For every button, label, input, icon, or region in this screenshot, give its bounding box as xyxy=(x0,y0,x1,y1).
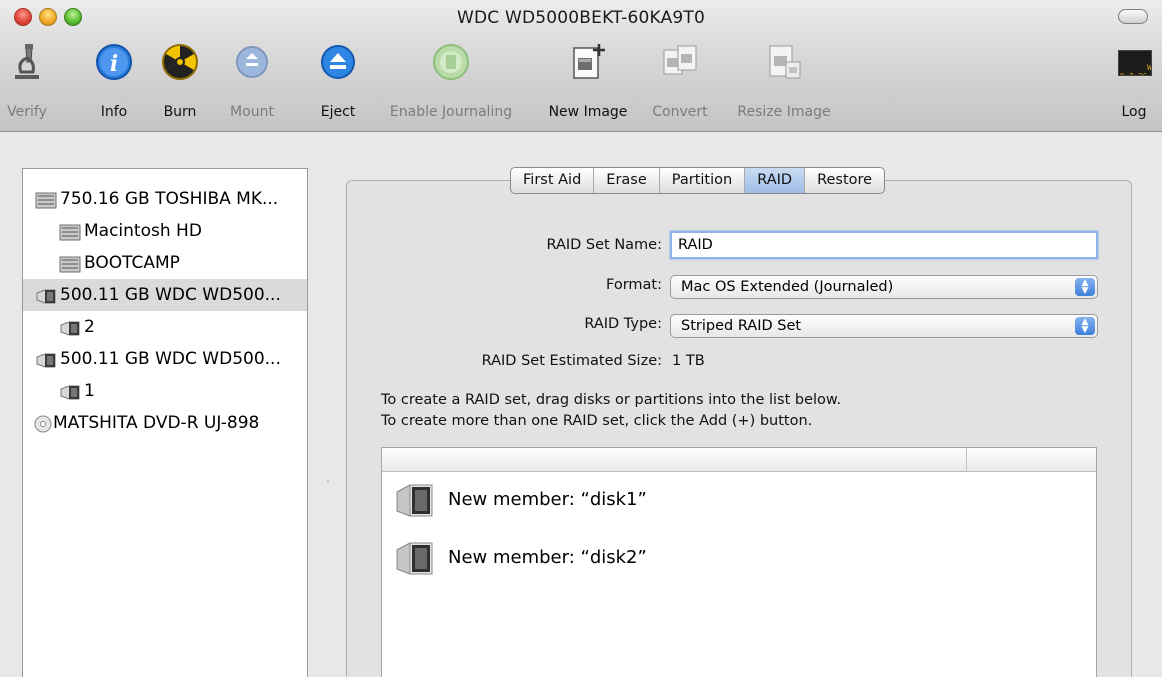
disk-list-sidebar[interactable]: 750.16 GB TOSHIBA MK... Macintosh HD BOO… xyxy=(22,168,308,677)
raid-instructions-line-1: To create a RAID set, drag disks or part… xyxy=(381,392,842,408)
resize-image-icon xyxy=(769,45,801,79)
eject-label: Eject xyxy=(320,104,356,120)
resize-image-button[interactable]: Resize Image xyxy=(724,38,844,128)
list-header xyxy=(382,448,1096,472)
toolbar-toggle-button[interactable] xyxy=(1118,9,1148,24)
sidebar-item-wdc-disk-2[interactable]: 500.11 GB WDC WD500... xyxy=(23,343,307,375)
optical-drive-icon xyxy=(34,415,52,433)
convert-button[interactable]: Convert xyxy=(644,38,716,128)
microscope-icon xyxy=(15,44,39,79)
format-popup[interactable]: Mac OS Extended (Journaled) ▲ ▼ xyxy=(670,275,1098,299)
format-label: Format: xyxy=(606,277,662,293)
window-toolbar: WDC WD5000BEKT-60KA9T0 Verify i Info Bur xyxy=(0,0,1162,132)
raid-instructions-line-2: To create more than one RAID set, click … xyxy=(381,413,813,429)
sidebar-item-toshiba-disk[interactable]: 750.16 GB TOSHIBA MK... xyxy=(23,183,307,215)
eject-button[interactable]: Eject xyxy=(314,38,362,128)
external-disk-icon xyxy=(396,542,433,575)
raid-set-name-input[interactable]: RAID xyxy=(670,231,1098,259)
popup-arrows-icon: ▲ ▼ xyxy=(1075,317,1095,335)
sidebar-item-label: 750.16 GB TOSHIBA MK... xyxy=(60,189,279,209)
tab-bar: First Aid Erase Partition RAID Restore xyxy=(510,167,886,194)
svg-text:i: i xyxy=(110,51,118,77)
convert-icon xyxy=(663,45,697,75)
raid-set-name-label: RAID Set Name: xyxy=(546,237,662,253)
raid-type-value: Striped RAID Set xyxy=(681,318,802,334)
raid-size-label: RAID Set Estimated Size: xyxy=(481,353,662,369)
mount-label: Mount xyxy=(230,104,274,120)
external-disk-icon xyxy=(396,484,433,517)
journaling-icon xyxy=(433,44,469,80)
sidebar-item-volume-1[interactable]: 1 xyxy=(23,375,307,407)
tab-erase[interactable]: Erase xyxy=(594,168,660,193)
internal-disk-icon xyxy=(35,192,57,209)
mount-button[interactable]: Mount xyxy=(220,38,284,128)
mount-icon xyxy=(236,46,268,78)
log-label: Log xyxy=(1121,104,1147,120)
info-icon: i xyxy=(96,44,132,80)
burn-icon xyxy=(162,44,198,80)
external-disk-icon xyxy=(36,289,56,304)
new-image-button[interactable]: New Image xyxy=(540,38,636,128)
column-divider[interactable] xyxy=(966,448,967,472)
convert-label: Convert xyxy=(652,104,708,120)
member-label: New member: “disk2” xyxy=(448,547,647,568)
enable-journaling-button[interactable]: Enable Journaling xyxy=(372,38,530,128)
sidebar-item-macintosh-hd[interactable]: Macintosh HD xyxy=(23,215,307,247)
volume-icon xyxy=(59,256,81,273)
eject-icon xyxy=(321,45,355,79)
format-value: Mac OS Extended (Journaled) xyxy=(681,279,894,295)
log-icon: WARNIN 9:7:36 I xyxy=(1118,50,1152,76)
resize-image-label: Resize Image xyxy=(737,104,831,120)
log-icon-text: WARNIN 9:7:36 I xyxy=(1120,63,1152,75)
enable-journaling-label: Enable Journaling xyxy=(389,104,513,120)
window-title: WDC WD5000BEKT-60KA9T0 xyxy=(456,8,706,28)
sidebar-item-label: 500.11 GB WDC WD500... xyxy=(60,349,281,369)
tab-restore[interactable]: Restore xyxy=(805,168,884,193)
sidebar-item-label: Macintosh HD xyxy=(84,221,202,241)
split-view-handle[interactable]: ˙ xyxy=(325,479,331,493)
member-label: New member: “disk1” xyxy=(448,489,647,510)
raid-type-popup[interactable]: Striped RAID Set ▲ ▼ xyxy=(670,314,1098,338)
external-disk-icon xyxy=(36,353,56,368)
verify-label: Verify xyxy=(7,104,47,120)
tab-first-aid[interactable]: First Aid xyxy=(511,168,595,193)
log-button[interactable]: WARNIN 9:7:36 I Log xyxy=(1112,38,1156,128)
sidebar-item-dvd-drive[interactable]: MATSHITA DVD-R UJ-898 xyxy=(23,407,307,439)
tab-partition[interactable]: Partition xyxy=(660,168,746,193)
sidebar-item-volume-2[interactable]: 2 xyxy=(23,311,307,343)
sidebar-item-label: BOOTCAMP xyxy=(84,253,180,273)
sidebar-item-label: 1 xyxy=(84,381,95,401)
sidebar-item-wdc-disk-1[interactable]: 500.11 GB WDC WD500... xyxy=(23,279,307,311)
external-volume-icon xyxy=(60,321,80,336)
sidebar-item-label: MATSHITA DVD-R UJ-898 xyxy=(53,413,260,433)
info-label: Info xyxy=(100,104,128,120)
tab-raid[interactable]: RAID xyxy=(745,168,806,193)
sidebar-item-label: 2 xyxy=(84,317,95,337)
volume-icon xyxy=(59,224,81,241)
burn-label: Burn xyxy=(163,104,197,120)
raid-type-label: RAID Type: xyxy=(584,316,662,332)
raid-member-list[interactable]: New member: “disk1” New member: “disk2” xyxy=(381,447,1097,677)
popup-arrows-icon: ▲ ▼ xyxy=(1075,278,1095,296)
external-volume-icon xyxy=(60,385,80,400)
raid-size-value: 1 TB xyxy=(672,353,705,369)
new-image-icon xyxy=(573,44,605,79)
burn-button[interactable]: Burn xyxy=(156,38,204,128)
sidebar-item-bootcamp[interactable]: BOOTCAMP xyxy=(23,247,307,279)
verify-button[interactable]: Verify xyxy=(4,38,50,128)
sidebar-item-label: 500.11 GB WDC WD500... xyxy=(60,285,281,305)
info-button[interactable]: i Info xyxy=(90,38,138,128)
new-image-label: New Image xyxy=(548,104,628,120)
